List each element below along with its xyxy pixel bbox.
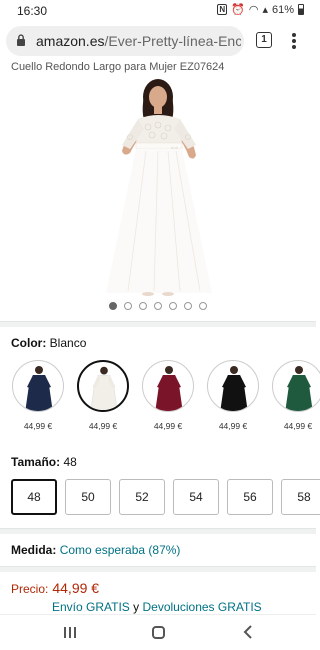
back-icon[interactable] [241, 624, 255, 640]
fit-rating-label: Medida: [11, 543, 57, 557]
size-option-54[interactable]: 54 [173, 479, 219, 515]
menu-dot-icon [292, 39, 296, 43]
status-bar: 16:30 N ⏰ ◠ ▴ 61% [0, 0, 316, 22]
color-swatch-white[interactable]: 44,99 € [76, 360, 130, 431]
section-divider [0, 528, 316, 534]
carousel-dot[interactable] [169, 302, 177, 310]
shipping-connector: y [133, 600, 140, 614]
url-text: amazon.es/Ever-Pretty-línea-Enca [36, 33, 241, 49]
product-image[interactable] [100, 75, 218, 297]
size-options: 48 50 52 54 56 58 [11, 479, 320, 515]
tab-switcher-button[interactable]: 1 [256, 32, 272, 48]
battery-icon [298, 4, 304, 15]
color-label: Color: Blanco [11, 336, 86, 350]
carousel-dot[interactable] [124, 302, 132, 310]
swatch-price: 44,99 € [153, 421, 183, 431]
color-swatch-black[interactable]: 44,99 € [206, 360, 260, 431]
size-label-key: Tamaño: [11, 455, 61, 469]
color-swatch-burgundy[interactable]: 44,99 € [141, 360, 195, 431]
dress-thumbnail-icon [155, 366, 183, 411]
color-swatch-navy[interactable]: 44,99 € [11, 360, 65, 431]
wifi-icon: ◠ [248, 4, 259, 16]
swatch-price: 44,99 € [88, 421, 118, 431]
menu-dot-icon [292, 33, 296, 37]
color-swatch-green[interactable]: 44,99 € [271, 360, 320, 431]
carousel-dot[interactable] [154, 302, 162, 310]
swatch-image [272, 360, 320, 412]
swatch-image [77, 360, 129, 412]
url-path: /Ever-Pretty-línea-Enca [104, 33, 241, 49]
size-option-58[interactable]: 58 [281, 479, 320, 515]
home-icon[interactable] [152, 626, 165, 639]
swatch-price: 44,99 € [218, 421, 248, 431]
swatch-image [207, 360, 259, 412]
product-title: Cuello Redondo Largo para Mujer EZ07624 [11, 61, 225, 73]
nfc-icon: N [217, 4, 228, 15]
dress-thumbnail-icon [220, 366, 248, 411]
swatch-price: 44,99 € [23, 421, 53, 431]
size-option-48[interactable]: 48 [11, 479, 57, 515]
dress-thumbnail-icon [285, 366, 313, 411]
swatch-image [142, 360, 194, 412]
shipping-info: Envío GRATIS y Devoluciones GRATIS [52, 600, 262, 614]
size-label: Tamaño: 48 [11, 455, 77, 469]
color-swatches: 44,99 € 44,99 € 44,99 € 44,99 € 44,99 € [0, 360, 320, 440]
battery-percent: 61% [271, 3, 294, 16]
dress-thumbnail-icon [90, 366, 118, 410]
free-returns-link[interactable]: Devoluciones GRATIS [143, 600, 262, 614]
size-option-50[interactable]: 50 [65, 479, 111, 515]
carousel-dot[interactable] [199, 302, 207, 310]
dress-thumbnail-icon [25, 366, 53, 411]
swatch-image [12, 360, 64, 412]
color-selected-value: Blanco [49, 336, 87, 350]
price-row: Precio: 44,99 € [11, 580, 99, 598]
size-option-52[interactable]: 52 [119, 479, 165, 515]
recent-apps-icon[interactable] [64, 627, 76, 638]
price-value: 44,99 € [52, 580, 100, 596]
size-selected-value: 48 [63, 455, 77, 469]
price-label: Precio: [11, 582, 49, 596]
carousel-dot[interactable] [139, 302, 147, 310]
alarm-icon: ⏰ [231, 4, 245, 16]
swatch-price: 44,99 € [283, 421, 313, 431]
section-divider [0, 566, 316, 572]
status-time: 16:30 [17, 4, 48, 18]
system-nav-bar [0, 614, 316, 650]
size-option-56[interactable]: 56 [227, 479, 273, 515]
free-shipping-link[interactable]: Envío GRATIS [52, 600, 130, 614]
section-divider [0, 321, 316, 327]
fit-rating-link[interactable]: Como esperaba (87%) [60, 543, 181, 557]
url-domain: amazon.es [36, 33, 105, 49]
signal-icon: ▴ [262, 4, 268, 16]
browser-toolbar: amazon.es/Ever-Pretty-línea-Enca 1 [0, 22, 316, 60]
lock-icon [17, 34, 25, 46]
image-carousel-dots [0, 302, 316, 310]
carousel-dot[interactable] [184, 302, 192, 310]
menu-dot-icon [292, 45, 296, 49]
overflow-menu-button[interactable] [290, 31, 298, 51]
address-bar[interactable]: amazon.es/Ever-Pretty-línea-Enca [6, 26, 244, 56]
status-icons: N ⏰ ◠ ▴ 61% [217, 3, 304, 16]
color-label-key: Color: [11, 336, 47, 350]
carousel-dot[interactable] [109, 302, 117, 310]
fit-rating: Medida: Como esperaba (87%) [11, 543, 180, 557]
